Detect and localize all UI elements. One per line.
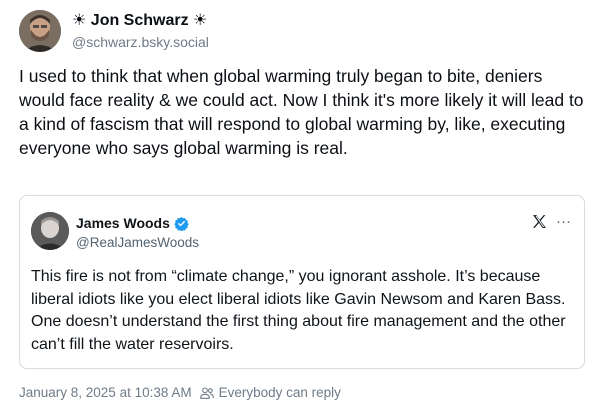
author-avatar[interactable] <box>19 10 61 52</box>
embed-avatar-photo <box>31 212 69 250</box>
author-info: ☀ Jon Schwarz ☀ @schwarz.bsky.social <box>72 11 209 51</box>
more-options-icon[interactable]: ··· <box>556 213 571 230</box>
post-text: I used to think that when global warming… <box>19 66 584 158</box>
people-icon <box>199 387 214 399</box>
embed-post-text: This fire is not from “climate change,” … <box>31 268 566 353</box>
verified-badge-icon <box>174 216 189 231</box>
author-display-name[interactable]: ☀ Jon Schwarz ☀ <box>72 11 209 31</box>
embed-author-avatar <box>31 212 69 250</box>
author-handle[interactable]: @schwarz.bsky.social <box>72 33 209 51</box>
post-header: ☀ Jon Schwarz ☀ @schwarz.bsky.social <box>19 10 209 52</box>
post-timestamp[interactable]: January 8, 2025 at 10:38 AM <box>19 384 192 402</box>
reply-setting-label[interactable]: Everybody can reply <box>219 384 341 402</box>
embed-author-display-name[interactable]: James Woods <box>76 214 170 232</box>
post-footer: January 8, 2025 at 10:38 AM Everybody ca… <box>19 384 341 402</box>
embed-name-row: James Woods <box>76 214 189 232</box>
embed-author-handle[interactable]: @RealJamesWoods <box>76 234 199 251</box>
bluesky-post: ☀ Jon Schwarz ☀ @schwarz.bsky.social I u… <box>0 0 600 411</box>
avatar-photo <box>19 10 61 52</box>
x-logo-icon[interactable] <box>531 213 548 230</box>
embedded-post-card[interactable]: James Woods @RealJamesWoods ··· This fir… <box>19 195 585 369</box>
